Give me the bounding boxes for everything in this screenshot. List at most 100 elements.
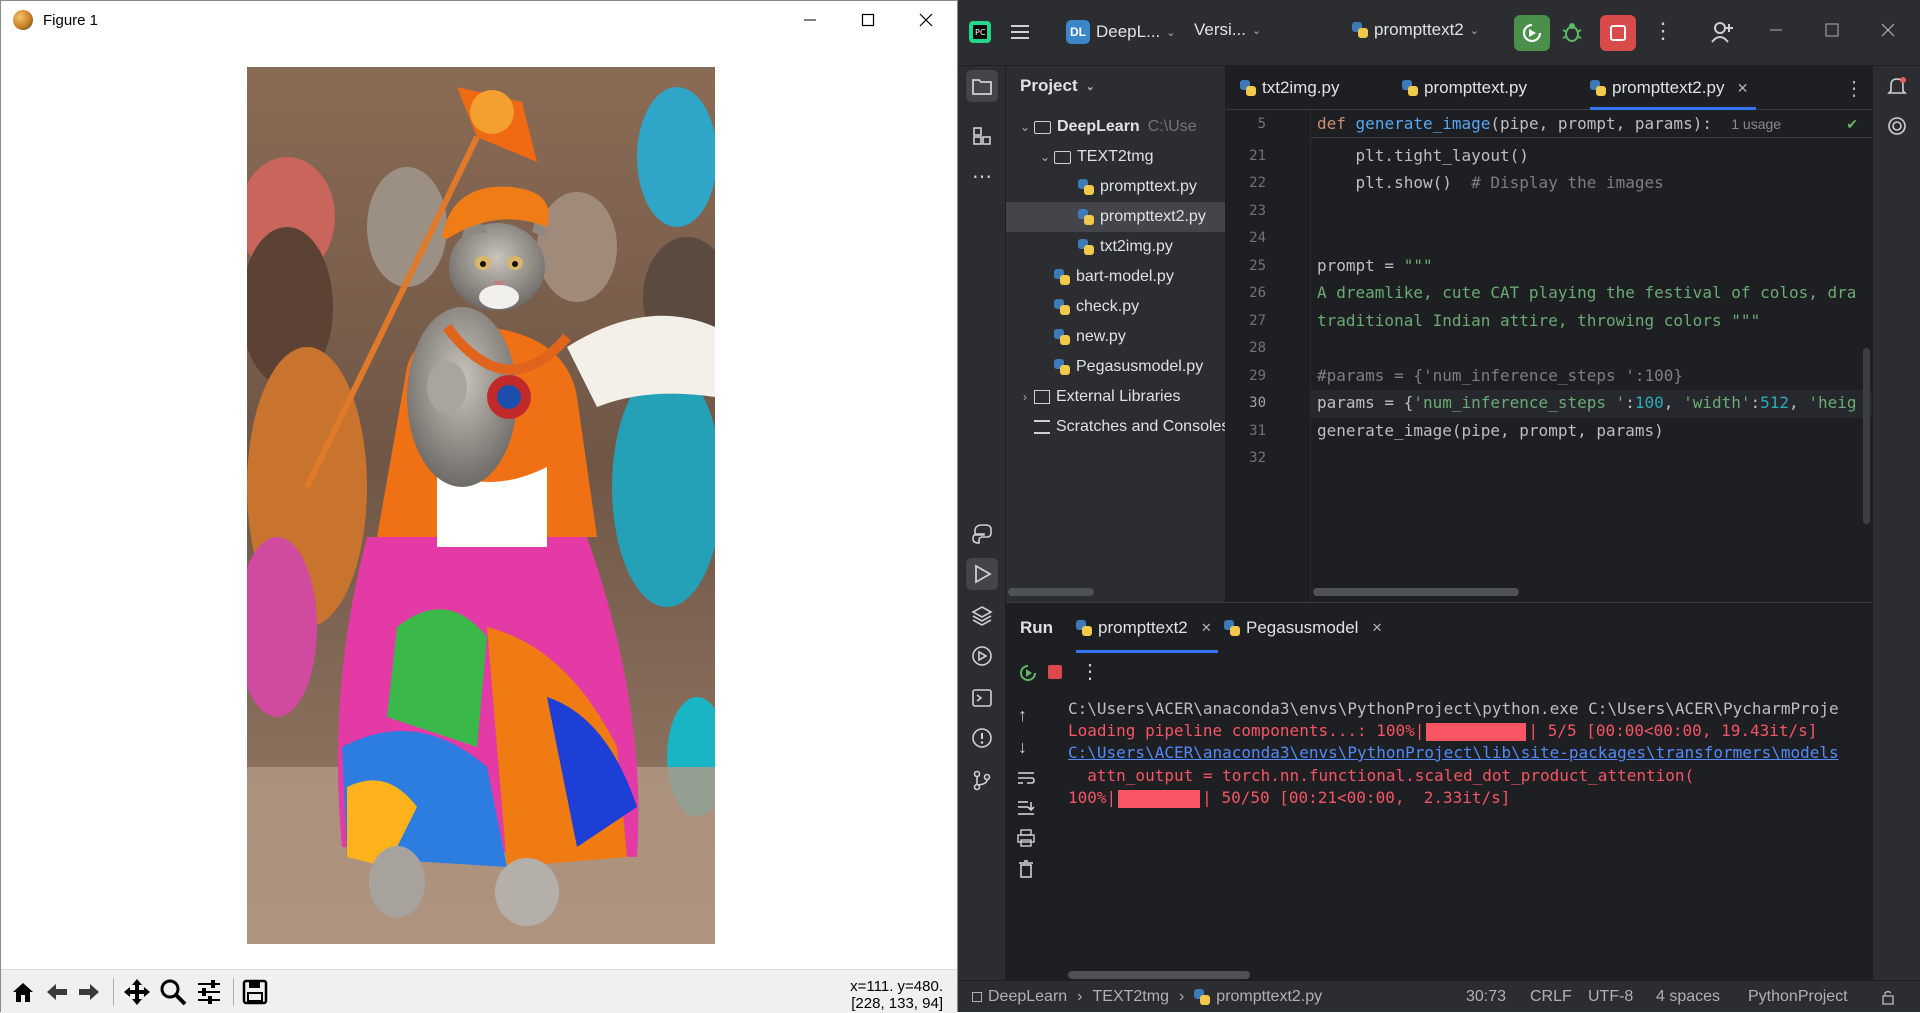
more-options-icon[interactable]: ⋮ bbox=[1080, 659, 1100, 684]
run-tab-pegasusmodel[interactable]: Pegasusmodel ✕ bbox=[1224, 603, 1388, 653]
trash-icon[interactable] bbox=[1016, 859, 1036, 884]
tree-file[interactable]: Pegasusmodel.py bbox=[1006, 352, 1225, 382]
zoom-button[interactable] bbox=[157, 976, 189, 1008]
services-button[interactable] bbox=[966, 640, 998, 672]
python-file-icon bbox=[1402, 80, 1418, 96]
line-separator[interactable]: CRLF bbox=[1530, 981, 1572, 1013]
console-output[interactable]: C:\Users\ACER\anaconda3\envs\PythonProje… bbox=[1068, 699, 1868, 969]
project-toolwindow-button[interactable] bbox=[966, 70, 998, 102]
rerun-button[interactable] bbox=[1018, 663, 1038, 688]
minimize-button[interactable] bbox=[781, 1, 839, 39]
tab-prompttext[interactable]: prompttext.py bbox=[1402, 66, 1527, 110]
indent-setting[interactable]: 4 spaces bbox=[1656, 981, 1720, 1013]
ai-assistant-icon bbox=[1888, 117, 1906, 135]
save-figure-button[interactable] bbox=[239, 976, 271, 1008]
figure-canvas[interactable] bbox=[1, 39, 957, 969]
notifications-button[interactable] bbox=[1881, 70, 1913, 102]
debug-button[interactable] bbox=[1560, 20, 1584, 44]
add-user-icon bbox=[1711, 22, 1733, 43]
rerun-button[interactable] bbox=[1514, 15, 1550, 51]
ide-minimize-button[interactable] bbox=[1768, 22, 1784, 38]
arrow-down-icon[interactable]: ↓ bbox=[1018, 737, 1027, 758]
pycharm-logo-icon[interactable]: PC bbox=[968, 20, 992, 44]
file-encoding[interactable]: UTF-8 bbox=[1588, 981, 1633, 1013]
horizontal-scrollbar[interactable] bbox=[1068, 971, 1250, 979]
close-icon[interactable]: ✕ bbox=[1372, 620, 1383, 636]
close-icon[interactable]: ✕ bbox=[1201, 620, 1212, 636]
arrow-up-icon[interactable]: ↑ bbox=[1018, 705, 1027, 726]
module-icon bbox=[972, 992, 982, 1002]
services-icon bbox=[972, 646, 992, 666]
scroll-to-end-icon[interactable] bbox=[1016, 799, 1036, 822]
tab-txt2img[interactable]: txt2img.py bbox=[1240, 66, 1339, 110]
string: 'heig bbox=[1808, 393, 1857, 412]
run-toolwindow-button[interactable] bbox=[966, 558, 998, 590]
run-tab-prompttext2[interactable]: prompttext2 ✕ bbox=[1076, 603, 1218, 653]
vcs-selector[interactable]: Versi... ⌄ bbox=[1194, 20, 1261, 40]
ai-assistant-button[interactable] bbox=[1881, 110, 1913, 142]
close-button[interactable] bbox=[897, 1, 955, 39]
vertical-scrollbar[interactable] bbox=[1863, 348, 1870, 524]
coords-xy: x=111. y=480. bbox=[850, 978, 943, 995]
caret-position[interactable]: 30:73 bbox=[1466, 981, 1506, 1013]
lock-icon[interactable] bbox=[1880, 981, 1896, 1013]
tree-file-selected[interactable]: prompttext2.py bbox=[1006, 202, 1225, 232]
breadcrumb-item[interactable]: DeepLearn bbox=[988, 988, 1067, 1006]
check-icon[interactable]: ✔ bbox=[1846, 116, 1858, 133]
breadcrumb: DeepLearn › TEXT2tmg › prompttext2.py bbox=[972, 981, 1322, 1013]
usage-hint[interactable]: 1 usage bbox=[1731, 116, 1781, 132]
file-label: check.py bbox=[1076, 298, 1140, 315]
horizontal-scrollbar[interactable] bbox=[1008, 588, 1094, 596]
tree-external-libraries[interactable]: › External Libraries bbox=[1006, 382, 1225, 412]
add-user-button[interactable] bbox=[1710, 20, 1734, 44]
more-toolwindows-icon[interactable]: ⋯ bbox=[966, 160, 998, 192]
stop-button[interactable] bbox=[1600, 15, 1636, 51]
python-console-icon bbox=[972, 524, 992, 544]
python-interpreter[interactable]: PythonProject bbox=[1748, 981, 1848, 1013]
close-icon[interactable]: ✕ bbox=[1737, 80, 1749, 97]
print-icon[interactable] bbox=[1016, 829, 1036, 852]
configure-subplots-button[interactable] bbox=[193, 976, 225, 1008]
home-button[interactable] bbox=[7, 976, 39, 1008]
python-console-button[interactable] bbox=[966, 518, 998, 550]
ide-maximize-button[interactable] bbox=[1824, 22, 1840, 38]
more-actions-icon[interactable]: ⋮ bbox=[1652, 18, 1674, 44]
python-packages-button[interactable] bbox=[966, 600, 998, 632]
breadcrumb-item[interactable]: TEXT2tmg bbox=[1093, 988, 1169, 1006]
pan-button[interactable] bbox=[121, 976, 153, 1008]
tree-file[interactable]: txt2img.py bbox=[1006, 232, 1225, 262]
stop-icon[interactable] bbox=[1048, 665, 1062, 679]
tree-file[interactable]: new.py bbox=[1006, 322, 1225, 352]
python-file-icon bbox=[1352, 22, 1368, 38]
tree-file[interactable]: prompttext.py bbox=[1006, 172, 1225, 202]
tree-file[interactable]: bart-model.py bbox=[1006, 262, 1225, 292]
tree-file[interactable]: check.py bbox=[1006, 292, 1225, 322]
run-icon bbox=[975, 564, 992, 584]
forward-button[interactable] bbox=[73, 976, 105, 1008]
soft-wrap-icon[interactable] bbox=[1016, 769, 1036, 792]
run-config-selector[interactable]: prompttext2 ⌄ bbox=[1352, 20, 1479, 40]
project-selector[interactable]: DL DeepL... ⌄ bbox=[1066, 20, 1175, 44]
code-area[interactable]: def generate_image(pipe, prompt, params)… bbox=[1310, 110, 1872, 602]
tabs-menu-icon[interactable]: ⋮ bbox=[1844, 66, 1864, 110]
main-menu-button[interactable] bbox=[1008, 20, 1032, 44]
tree-scratches[interactable]: Scratches and Consoles bbox=[1006, 412, 1225, 442]
python-file-icon bbox=[1054, 359, 1070, 375]
project-panel-header[interactable]: Project ⌄ bbox=[1006, 66, 1225, 106]
file-label: prompttext2.py bbox=[1100, 208, 1206, 225]
tree-root[interactable]: ⌄ DeepLearn C:\Use bbox=[1006, 112, 1225, 142]
figure-titlebar: Figure 1 bbox=[1, 1, 957, 39]
keyword: def bbox=[1317, 114, 1346, 133]
breadcrumb-item[interactable]: prompttext2.py bbox=[1216, 988, 1322, 1006]
problems-button[interactable] bbox=[966, 722, 998, 754]
back-button[interactable] bbox=[41, 976, 73, 1008]
ide-close-button[interactable] bbox=[1880, 22, 1896, 38]
git-button[interactable] bbox=[966, 764, 998, 796]
maximize-button[interactable] bbox=[839, 1, 897, 39]
structure-toolwindow-button[interactable] bbox=[966, 120, 998, 152]
horizontal-scrollbar[interactable] bbox=[1313, 588, 1519, 596]
terminal-button[interactable] bbox=[966, 682, 998, 714]
console-file-link[interactable]: C:\Users\ACER\anaconda3\envs\PythonProje… bbox=[1068, 743, 1839, 762]
tab-prompttext2[interactable]: prompttext2.py ✕ bbox=[1590, 66, 1757, 110]
tree-folder-text2tmg[interactable]: ⌄ TEXT2tmg bbox=[1006, 142, 1225, 172]
